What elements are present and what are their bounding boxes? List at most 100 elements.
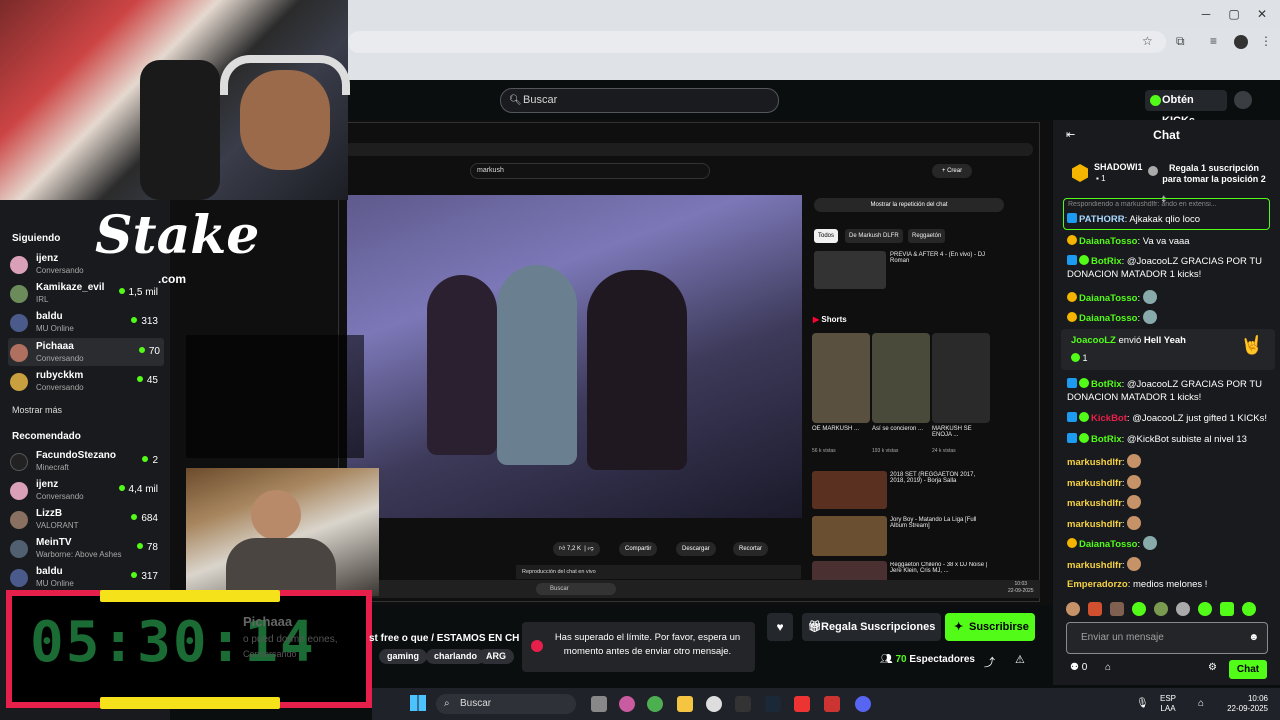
inner-download-button: Descargar xyxy=(676,542,716,556)
emote-icon xyxy=(1142,310,1157,324)
streamer-name[interactable]: Pichaaa xyxy=(243,614,292,629)
sidebar-item-kamikaze[interactable]: Kamikaze_evil IRL 1,5 mil xyxy=(10,279,162,307)
steam-icon[interactable] xyxy=(765,696,781,712)
chat-message: BotRix: @KickBot subiste al nivel 13 xyxy=(1067,433,1272,446)
stream-category[interactable]: Conversando xyxy=(243,649,297,659)
inner-related-title: 2018 SET (REGGAETON 2017, 2018, 2019) - … xyxy=(890,472,976,484)
profile-avatar[interactable] xyxy=(1234,35,1248,49)
chat-username[interactable]: PATHORR xyxy=(1079,214,1125,225)
channel-category: Conversando xyxy=(36,492,84,501)
menu-dots-icon[interactable]: ⋮ xyxy=(1260,34,1272,50)
chat-username[interactable]: markushdlfr xyxy=(1067,478,1122,489)
kick-coin-icon xyxy=(1150,95,1161,106)
sidebar-item-baldu[interactable]: baldu MU Online 313 xyxy=(10,308,162,336)
chat-username[interactable]: BotRix xyxy=(1091,256,1122,267)
subscribe-button[interactable]: ✦ Suscribirse xyxy=(945,613,1035,641)
close-icon[interactable]: ✕ xyxy=(1252,6,1272,22)
get-kicks-button[interactable]: Obtén KICKs xyxy=(1145,90,1227,127)
send-chat-button[interactable]: Chat xyxy=(1229,660,1267,679)
tag-gaming[interactable]: gaming xyxy=(379,649,428,664)
chat-username[interactable]: DaianaTosso xyxy=(1079,293,1137,304)
search-input[interactable]: 🔍︎ Buscar xyxy=(500,88,779,113)
network-icon[interactable]: ⌂ xyxy=(1198,698,1204,709)
inner-related-thumb xyxy=(814,251,886,289)
taskbar-search[interactable]: ⌕ Buscar xyxy=(436,694,576,714)
youtube-icon[interactable] xyxy=(794,696,810,712)
viewer-label: Espectadores xyxy=(909,654,975,665)
avatar xyxy=(10,511,28,529)
mic-icon[interactable]: 🎙︎ xyxy=(1136,698,1149,709)
emote-icon[interactable] xyxy=(1110,602,1124,616)
emote-icon[interactable] xyxy=(1220,602,1234,616)
store-icon[interactable]: ⌂ xyxy=(1105,662,1111,673)
settings-gear-icon[interactable]: ⚙ xyxy=(1208,662,1217,673)
chat-username[interactable]: KickBot xyxy=(1091,413,1127,424)
tag-arg[interactable]: ARG xyxy=(478,649,514,664)
chat-message-input[interactable]: Enviar un mensaje ☻ xyxy=(1066,622,1268,654)
emoji-icon[interactable]: ☻ xyxy=(1248,623,1259,653)
inner-filter-channel: De Markush DLFR xyxy=(845,229,903,243)
chat-username[interactable]: BotRix xyxy=(1091,379,1122,390)
sidebar-item-ijenz-rec[interactable]: ijenz Conversando 4,4 mil xyxy=(10,476,162,504)
chat-username[interactable]: markushdlfr xyxy=(1067,519,1122,530)
app-icon[interactable] xyxy=(735,696,751,712)
emote-icon[interactable] xyxy=(1066,602,1080,616)
taskbar-clock[interactable]: 10:06 22-09-2025 xyxy=(1218,694,1268,714)
report-icon[interactable]: ⚠ xyxy=(1015,653,1025,666)
chat-username[interactable]: markushdlfr xyxy=(1067,457,1122,468)
emote-icon[interactable] xyxy=(1176,602,1190,616)
inner-time: 10:03 xyxy=(1014,581,1028,587)
channel-category: MU Online xyxy=(36,579,74,588)
channel-name: ijenz xyxy=(36,253,59,264)
emote-icon[interactable] xyxy=(1132,602,1146,616)
channel-name: FacundoStezano xyxy=(36,450,117,461)
emote-icon[interactable] xyxy=(1242,602,1256,616)
channel-category: IRL xyxy=(36,295,49,304)
guest-webcam xyxy=(186,468,379,596)
follow-heart-button[interactable]: ♥ xyxy=(767,613,793,641)
emote-icon[interactable] xyxy=(1154,602,1168,616)
sidebar-item-pichaaa[interactable]: Pichaaa Conversando 70 xyxy=(8,338,164,366)
inner-related-title: Jory Boy - Matando La Liga [Full Album S… xyxy=(890,517,977,529)
pinned-user[interactable]: SHADOWI1 xyxy=(1094,162,1143,172)
sidebar-item-lizzb[interactable]: LizzB VALORANT 684 xyxy=(10,505,162,533)
bookmark-star-icon[interactable]: ☆ xyxy=(1142,34,1153,50)
viewers-icon: 👥︎ xyxy=(880,654,893,665)
app-icon[interactable] xyxy=(619,696,635,712)
show-more-link[interactable]: Mostrar más xyxy=(12,405,62,415)
address-bar[interactable] xyxy=(348,31,1166,53)
task-view-icon[interactable] xyxy=(591,696,607,712)
sidebar-item-baldu-rec[interactable]: baldu MU Online 317 xyxy=(10,563,162,591)
chat-username[interactable]: DaianaTosso xyxy=(1079,313,1137,324)
share-icon[interactable]: ⤴ xyxy=(984,654,995,670)
windows-start-icon[interactable] xyxy=(410,695,426,711)
kicks-balance[interactable]: ⚉ 0 xyxy=(1070,662,1087,673)
chat-username[interactable]: BotRix xyxy=(1091,434,1122,445)
sidebar-item-rubyckkm[interactable]: rubyckkm Conversando 45 xyxy=(10,367,162,395)
discord-icon[interactable] xyxy=(855,696,871,712)
file-explorer-icon[interactable] xyxy=(677,696,693,712)
maximize-icon[interactable]: ▢ xyxy=(1224,6,1244,22)
media-player-icon[interactable] xyxy=(706,696,722,712)
app-icon[interactable] xyxy=(824,696,840,712)
chat-username[interactable]: Emperadorzo xyxy=(1067,579,1128,590)
sidebar-item-meintv[interactable]: MeinTV Warborne: Above Ashes 78 xyxy=(10,534,162,562)
extensions-icon[interactable]: ⧉ xyxy=(1176,34,1185,50)
chat-username[interactable]: DaianaTosso xyxy=(1079,539,1137,550)
user-avatar[interactable] xyxy=(1234,91,1252,109)
media-icon[interactable]: ≡ xyxy=(1210,34,1217,50)
chat-username[interactable]: DaianaTosso xyxy=(1079,236,1137,247)
inner-like-button: 👍︎ 7,2 K | 👎︎ xyxy=(553,542,600,556)
sidebar-item-facundostezano[interactable]: FacundoStezano Minecraft 2 xyxy=(10,447,162,475)
gift-subs-button[interactable]: 🎁︎ Regala Suscripciones xyxy=(802,613,941,641)
tag-charlando[interactable]: charlando xyxy=(426,649,486,664)
chrome-icon[interactable] xyxy=(647,696,663,712)
chat-username[interactable]: markushdlfr xyxy=(1067,498,1122,509)
inner-youtube-search: markush xyxy=(470,163,710,179)
emote-icon[interactable] xyxy=(1198,602,1212,616)
language-indicator[interactable]: ESP LAA xyxy=(1160,694,1176,714)
chat-username[interactable]: markushdlfr xyxy=(1067,560,1122,571)
minimize-icon[interactable]: ─ xyxy=(1196,6,1216,22)
emote-icon xyxy=(1142,290,1157,304)
emote-icon[interactable] xyxy=(1088,602,1102,616)
